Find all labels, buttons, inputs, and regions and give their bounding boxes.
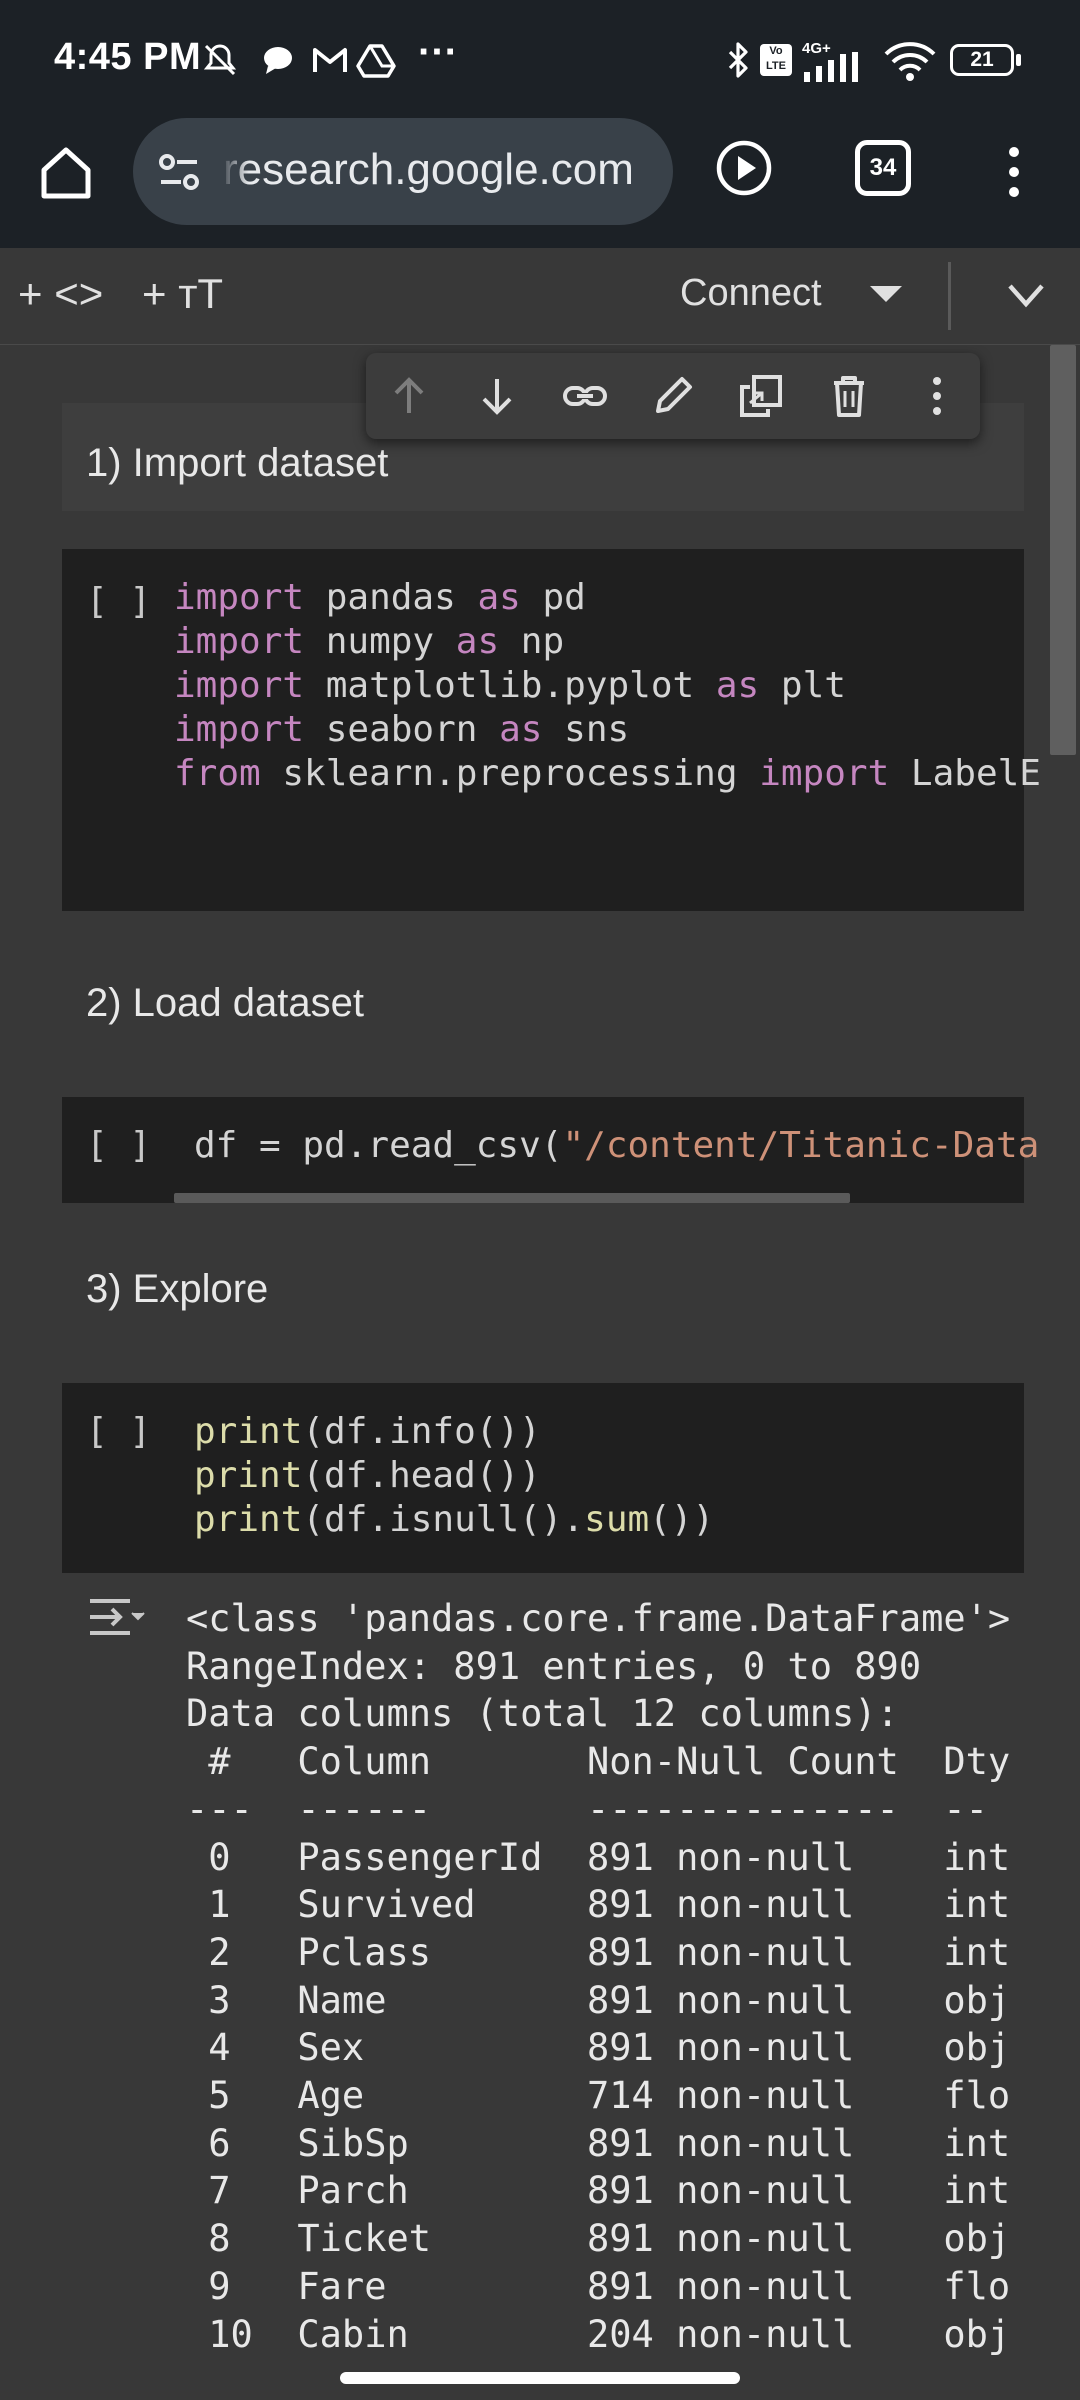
bluetooth-icon	[728, 42, 748, 78]
code-line: print(df.isnull().sum())	[194, 1499, 715, 1540]
output-line: RangeIndex: 891 entries, 0 to 890	[186, 1644, 922, 1688]
link-icon[interactable]	[562, 373, 608, 419]
url-text: research.google.com	[223, 145, 634, 194]
code-line: df = pd.read_csv("/content/Titanic-Data	[194, 1125, 1040, 1166]
text-cell-load[interactable]: 2) Load dataset	[62, 961, 1024, 1045]
volte-badge: Vo LTE	[760, 44, 792, 76]
output-line: --- ------ -------------- --	[186, 1787, 988, 1831]
code-line: import pandas as pd	[174, 577, 586, 618]
battery-level: 21	[970, 48, 994, 71]
code-line: print(df.info())	[194, 1411, 541, 1452]
run-cell-button[interactable]: [ ]	[86, 581, 151, 622]
status-bar: 4:45 PM ··· Vo LTE 4G+ 21	[0, 0, 1080, 118]
code-cell-explore[interactable]: [ ] print(df.info()) print(df.head()) prin…	[62, 1383, 1024, 1573]
output-line: 7 Parch 891 non-null int	[186, 2169, 1011, 2213]
code-line: import matplotlib.pyplot as plt	[174, 665, 846, 706]
output-actions-icon[interactable]	[86, 1595, 146, 1639]
output-line: 9 Fare 891 non-null flo	[186, 2264, 1011, 2308]
run-cell-button[interactable]: [ ]	[86, 1125, 151, 1166]
chat-icon	[264, 47, 292, 74]
output-line: 1 Survived 891 non-null int	[186, 1883, 1011, 1927]
home-icon[interactable]	[36, 142, 96, 202]
output-line: # Column Non-Null Count Dty	[186, 1740, 1011, 1784]
scrollbar[interactable]	[1050, 345, 1076, 755]
delete-icon[interactable]	[826, 373, 872, 419]
move-down-icon[interactable]	[474, 373, 520, 419]
code-line: import numpy as np	[174, 621, 565, 662]
edit-icon[interactable]	[650, 373, 696, 419]
code-line: import seaborn as sns	[174, 709, 630, 750]
status-time: 4:45 PM	[54, 36, 202, 78]
colab-toolbar: + <> + тT Connect	[0, 248, 1080, 346]
add-text-cell-button[interactable]: + тT	[142, 270, 223, 318]
code-cell-imports[interactable]: [ ] import pandas as pd import numpy as n…	[62, 549, 1041, 911]
chevron-down-icon[interactable]	[1004, 276, 1048, 316]
cell-toolbar	[366, 353, 980, 439]
code-cell-load[interactable]: [ ] df = pd.read_csv("/content/Titanic-D…	[62, 1097, 1039, 1203]
connect-button[interactable]: Connect	[680, 272, 822, 315]
output-line: Data columns (total 12 columns):	[186, 1692, 899, 1736]
battery-icon: 21	[950, 44, 1014, 76]
browser-toolbar: research.google.com 34	[0, 118, 1080, 248]
connect-dropdown-icon[interactable]	[870, 286, 902, 302]
text-cell-explore[interactable]: 3) Explore	[62, 1247, 1024, 1331]
more-options-icon[interactable]	[914, 373, 960, 419]
output-line: 8 Ticket 891 non-null obj	[186, 2217, 1011, 2261]
battery-tip	[1016, 54, 1021, 66]
output-line: 10 Cabin 204 non-null obj	[186, 2312, 1011, 2356]
heading-load-dataset: 2) Load dataset	[86, 981, 364, 1025]
drive-icon	[356, 44, 396, 78]
heading-explore: 3) Explore	[86, 1267, 269, 1311]
code-line: from sklearn.preprocessing import LabelE	[174, 753, 1041, 794]
heading-import-dataset: 1) Import dataset	[86, 441, 389, 485]
gesture-navigation-bar[interactable]	[340, 2372, 740, 2384]
output-line: 6 SibSp 891 non-null int	[186, 2121, 1011, 2165]
signal-icon	[804, 52, 858, 82]
toolbar-divider	[948, 262, 951, 330]
output-line: <class 'pandas.core.frame.DataFrame'>	[186, 1597, 1011, 1640]
output-line: 2 Pclass 891 non-null int	[186, 1930, 1011, 1974]
overflow-menu-icon[interactable]	[995, 142, 1033, 202]
url-fade	[221, 140, 249, 200]
notebook-area: 1) Import dataset [ ] import pandas as p…	[0, 345, 1080, 2355]
more-notifications: ···	[418, 30, 458, 74]
mute-icon	[203, 44, 237, 76]
tab-switcher-button[interactable]: 34	[855, 140, 911, 196]
run-cell-button[interactable]: [ ]	[86, 1411, 151, 1452]
move-up-icon[interactable]	[386, 373, 432, 419]
mirror-cell-icon[interactable]	[738, 373, 784, 419]
tab-count: 34	[869, 154, 897, 181]
address-bar[interactable]: research.google.com	[133, 118, 673, 225]
output-line: 4 Sex 891 non-null obj	[186, 2026, 1011, 2070]
code-line: print(df.head())	[194, 1455, 541, 1496]
gmail-icon	[313, 48, 347, 72]
cell-output: <class 'pandas.core.frame.DataFrame'> Ran…	[62, 1573, 1024, 2355]
wifi-icon	[884, 42, 936, 81]
output-line: 0 PassengerId 891 non-null int	[186, 1835, 1011, 1879]
add-code-cell-button[interactable]: + <>	[18, 270, 103, 318]
site-settings-icon[interactable]	[155, 148, 203, 196]
horizontal-scrollbar[interactable]	[174, 1193, 850, 1203]
output-line: 3 Name 891 non-null obj	[186, 1978, 1011, 2022]
output-line: 5 Age 714 non-null flo	[186, 2074, 1011, 2117]
play-icon[interactable]	[714, 138, 774, 198]
